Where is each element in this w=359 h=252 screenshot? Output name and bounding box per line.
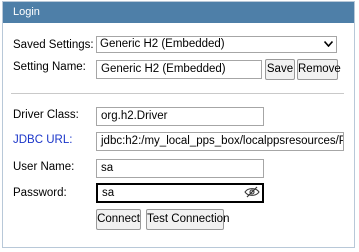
setting-name-label: Setting Name:: [13, 61, 86, 73]
password-input[interactable]: sa: [96, 183, 264, 203]
test-connection-button[interactable]: Test Connection: [146, 209, 229, 230]
remove-button[interactable]: Remove: [297, 59, 341, 80]
jdbc-url-link[interactable]: JDBC URL:: [13, 133, 72, 147]
saved-settings-value: Generic H2 (Embedded): [100, 38, 225, 50]
driver-class-label: Driver Class:: [13, 109, 79, 121]
jdbc-url-input[interactable]: jdbc:h2:/my_local_pps_box/localppsresour…: [96, 132, 344, 151]
saved-settings-select[interactable]: Generic H2 (Embedded): [96, 36, 337, 53]
eye-slash-icon[interactable]: [244, 186, 260, 198]
login-title: Login: [3, 2, 354, 23]
driver-class-input[interactable]: org.h2.Driver: [96, 107, 264, 126]
save-button[interactable]: Save: [265, 59, 295, 80]
setting-name-input[interactable]: Generic H2 (Embedded): [96, 60, 262, 79]
user-name-input[interactable]: sa: [96, 159, 264, 178]
user-name-label: User Name:: [13, 161, 75, 173]
chevron-down-icon: [324, 41, 333, 47]
password-label: Password:: [13, 187, 67, 199]
divider: [11, 93, 344, 94]
saved-settings-label: Saved Settings:: [13, 39, 94, 51]
connect-button[interactable]: Connect: [96, 209, 141, 230]
